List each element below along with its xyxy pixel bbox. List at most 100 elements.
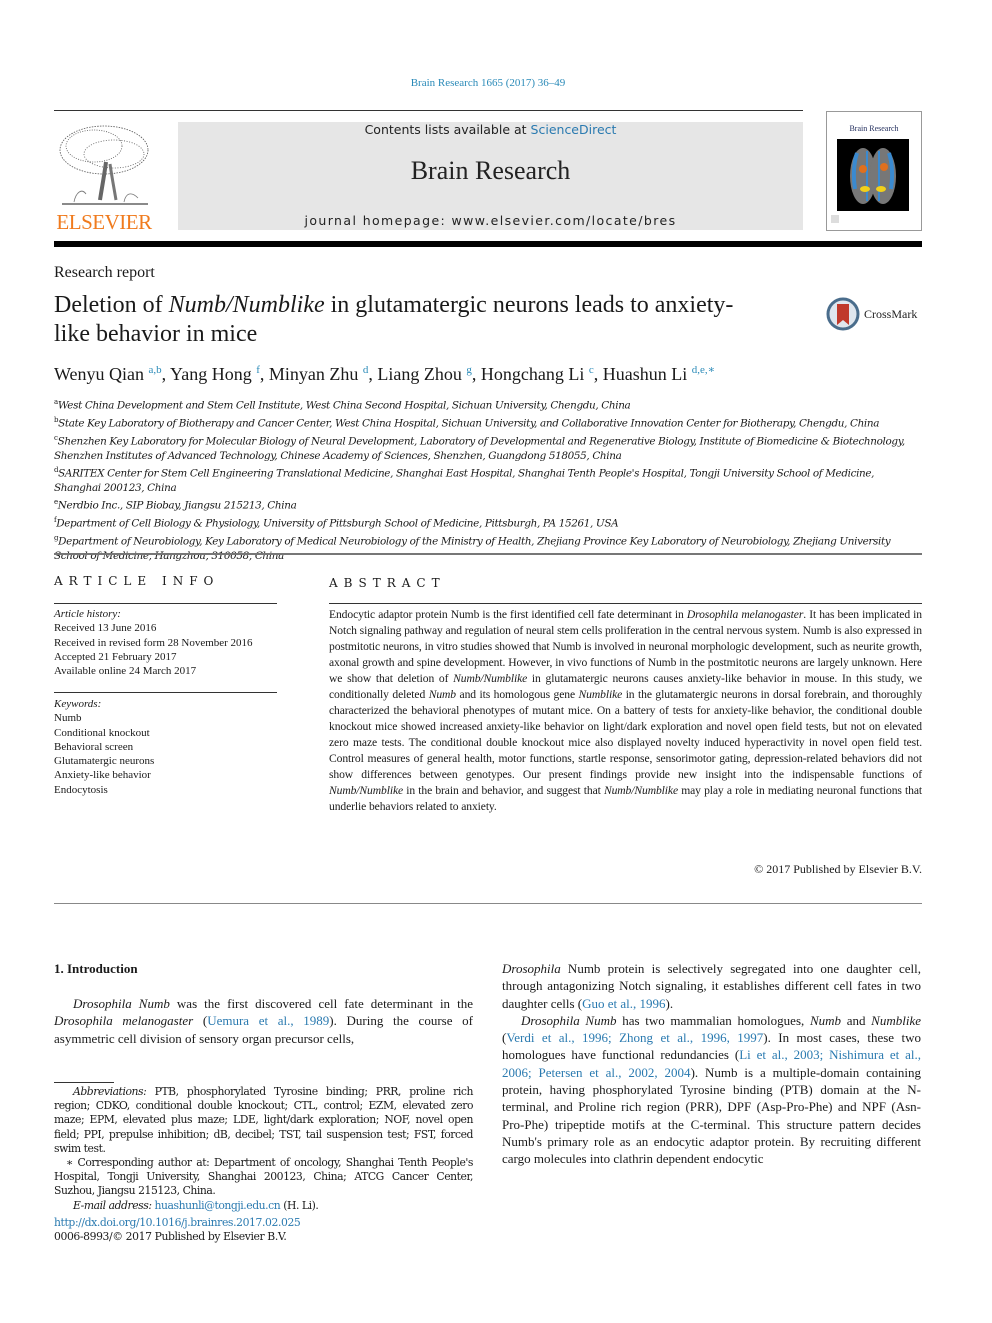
intro-column-right: Drosophila Numb protein is selectively s…: [502, 960, 921, 1168]
italic-term: Numblike: [871, 1012, 921, 1028]
journal-masthead: Contents lists available at ScienceDirec…: [178, 122, 803, 230]
elsevier-wordmark[interactable]: ELSEVIER: [54, 210, 154, 235]
abbreviations-label: Abbreviations:: [73, 1085, 147, 1098]
affiliation-item: fDepartment of Cell Biology & Physiology…: [54, 513, 922, 531]
italic-term: Drosophila melanogaster: [686, 608, 804, 621]
affiliations-divider: [54, 553, 922, 555]
affiliation-text: Nerdbio Inc., SIP Biobay, Jiangsu 215213…: [57, 499, 297, 512]
brain-image-icon: [837, 139, 909, 211]
keywords-divider: [54, 692, 277, 693]
italic-term: Drosophila: [502, 961, 561, 976]
article-info-heading: ARTICLE INFO: [54, 574, 220, 588]
italic-term: Numblike: [578, 688, 623, 701]
author-name[interactable]: Wenyu Qian: [54, 364, 149, 384]
citation-link[interactable]: Guo et al., 1996: [582, 996, 665, 1011]
author-separator: ,: [259, 364, 269, 384]
article-type: Research report: [54, 264, 155, 281]
text-run: ). Numb is a multiple-domain containing …: [502, 1064, 921, 1167]
keyword-item: Endocytosis: [54, 783, 108, 796]
abstract-copyright: © 2017 Published by Elsevier B.V.: [754, 862, 922, 876]
cover-title: Brain Research: [849, 124, 899, 133]
affiliation-text: Shenzhen Key Laboratory for Molecular Bi…: [54, 435, 905, 462]
article-title: Deletion of Numb/Numblike in glutamaterg…: [54, 291, 754, 349]
keywords-label: Keywords:: [54, 698, 102, 710]
crossmark-button[interactable]: CrossMark: [826, 297, 946, 333]
affiliation-item: eNerdbio Inc., SIP Biobay, Jiangsu 21521…: [54, 495, 922, 513]
sciencedirect-link[interactable]: ScienceDirect: [531, 122, 617, 137]
affiliation-item: cShenzhen Key Laboratory for Molecular B…: [54, 431, 922, 463]
contents-availability: Contents lists available at ScienceDirec…: [178, 122, 803, 137]
email-footnote: E-mail address: huashunli@tongji.edu.cn …: [54, 1199, 473, 1213]
text-run: and its homologous gene: [456, 688, 579, 701]
keyword-item: Behavioral screen: [54, 740, 134, 753]
journal-cover-thumbnail[interactable]: Brain Research: [826, 111, 922, 231]
italic-term: Numb: [428, 688, 457, 701]
crossmark-icon: [826, 297, 860, 331]
text-run: and: [841, 1012, 872, 1028]
text-run: ).: [665, 995, 674, 1011]
journal-title: Brain Research: [410, 156, 571, 185]
author-list: Wenyu Qian a,b, Yang Hong f, Minyan Zhu …: [54, 363, 715, 385]
text-run: has two mammalian homologues,: [616, 1012, 810, 1028]
history-item: Received 13 June 2016: [54, 622, 157, 635]
keyword-item: Glutamatergic neurons: [54, 755, 155, 768]
author-name[interactable]: Yang Hong: [170, 364, 256, 384]
affiliation-item: gDepartment of Neurobiology, Key Laborat…: [54, 531, 922, 563]
affiliation-item: aWest China Development and Stem Cell In…: [54, 395, 922, 413]
intro-paragraph: Drosophila Numb protein is selectively s…: [502, 960, 921, 1012]
history-item: Received in revised form 28 November 201…: [54, 636, 253, 649]
doi-link[interactable]: http://dx.doi.org/10.1016/j.brainres.201…: [54, 1216, 301, 1230]
text-run: Endocytic adaptor protein Numb is the fi…: [329, 608, 687, 621]
abbreviations-footnote: Abbreviations: PTB, phosphorylated Tyros…: [54, 1085, 473, 1156]
article-history: Article history: Received 13 June 2016 R…: [54, 607, 284, 678]
intro-paragraph: Drosophila Numb has two mammalian homolo…: [502, 1012, 921, 1168]
text-run: (: [193, 1013, 208, 1029]
italic-term: Drosophila Numb: [73, 996, 170, 1011]
author-name[interactable]: Huashun Li: [603, 364, 692, 384]
email-link[interactable]: huashunli@tongji.edu.cn: [155, 1199, 281, 1212]
issn-line: 0006-8993/© 2017 Published by Elsevier B…: [54, 1230, 287, 1244]
italic-term: Numb/Numblike: [329, 784, 404, 797]
affiliation-item: bState Key Laboratory of Biotherapy and …: [54, 413, 922, 431]
affiliation-text: Department of Neurobiology, Key Laborato…: [54, 535, 891, 562]
footnote-divider: [54, 1082, 114, 1083]
title-gene-name: Numb/Numblike: [168, 292, 325, 318]
citation-link[interactable]: Uemura et al., 1989: [207, 1013, 329, 1028]
italic-term: Drosophila Numb: [521, 1012, 617, 1028]
italic-term: Numb/Numblike: [603, 784, 678, 797]
author-name[interactable]: Hongchang Li: [481, 364, 589, 384]
italic-term: Drosophila melanogaster: [54, 1013, 194, 1029]
italic-term: Numb/Numblike: [453, 672, 528, 685]
corresponding-author-footnote: ∗ Corresponding author at: Department of…: [54, 1156, 473, 1198]
article-info-divider: [54, 603, 277, 604]
text-run: in the glutamatergic neurons in dorsal f…: [329, 688, 923, 781]
title-part: Deletion of: [54, 292, 169, 318]
affiliation-text: State Key Laboratory of Biotherapy and C…: [58, 417, 880, 430]
journal-citation-link[interactable]: Brain Research 1665 (2017) 36–49: [0, 77, 976, 89]
author-affiliation-marker[interactable]: a,b: [149, 364, 162, 376]
affiliation-item: dSARITEX Center for Stem Cell Engineerin…: [54, 463, 922, 495]
keywords: Keywords: Numb Conditional knockout Beha…: [54, 697, 284, 797]
intro-column-left: Drosophila Numb was the first discovered…: [54, 995, 473, 1047]
keyword-item: Conditional knockout: [54, 726, 150, 739]
author-name[interactable]: Minyan Zhu: [269, 364, 363, 384]
text-run: in the brain and behavior, and suggest t…: [403, 784, 604, 797]
text-run: was the first discovered cell fate deter…: [169, 996, 473, 1011]
author-separator: ,: [593, 364, 603, 384]
email-suffix: (H. Li).: [280, 1198, 319, 1212]
text-run: Numb protein is selectively segregated i…: [502, 961, 921, 1011]
article-history-label: Article history:: [54, 608, 121, 620]
abstract-bottom-divider: [54, 903, 922, 904]
affiliations: aWest China Development and Stem Cell In…: [54, 395, 922, 563]
keyword-item: Numb: [54, 712, 82, 725]
citation-link[interactable]: Verdi et al., 1996; Zhong et al., 1996, …: [506, 1030, 763, 1045]
elsevier-mini-logo-icon: [831, 215, 839, 223]
contents-prefix: Contents lists available at: [364, 122, 531, 137]
journal-homepage-link[interactable]: journal homepage: www.elsevier.com/locat…: [178, 213, 803, 228]
italic-term: Numb: [809, 1012, 842, 1028]
crossmark-label: CrossMark: [864, 307, 918, 321]
author-affiliation-marker[interactable]: d,e,∗: [692, 364, 715, 376]
author-name[interactable]: Liang Zhou: [377, 364, 466, 384]
affiliation-text: Department of Cell Biology & Physiology,…: [56, 517, 619, 530]
doi-block: http://dx.doi.org/10.1016/j.brainres.201…: [54, 1216, 301, 1244]
